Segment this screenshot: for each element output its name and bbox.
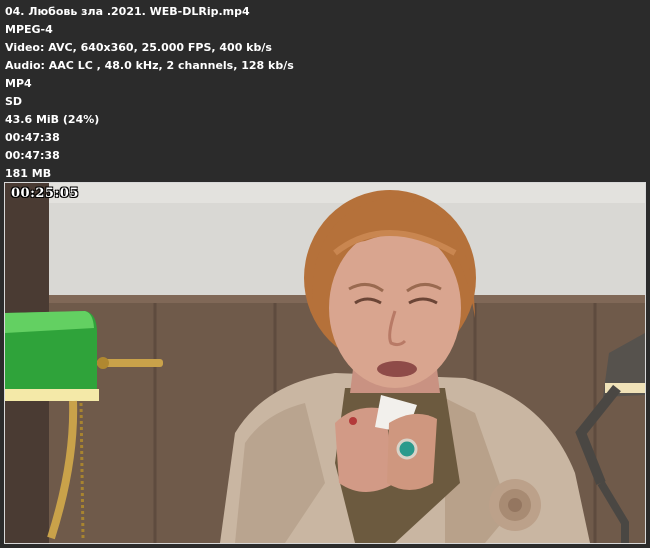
container-format: MPEG-4	[5, 23, 53, 36]
media-info-panel: 04. Любовь зла .2021. WEB-DLRip.mp4 MPEG…	[5, 3, 645, 183]
duration: 00:47:38	[5, 131, 60, 144]
scene-illustration	[5, 183, 645, 543]
stream-size: 43.6 MiB (24%)	[5, 113, 100, 126]
file-size: 181 MB	[5, 167, 52, 180]
audio-stream-info: Audio: AAC LC , 48.0 kHz, 2 channels, 12…	[5, 59, 294, 72]
resolution-class: SD	[5, 95, 23, 108]
video-stream-info: Video: AVC, 640x360, 25.000 FPS, 400 kb/…	[5, 41, 272, 54]
video-thumbnail: 00:25:05	[4, 182, 646, 544]
file-name: 04. Любовь зла .2021. WEB-DLRip.mp4	[5, 5, 250, 18]
thumbnail-timestamp: 00:25:05	[11, 186, 79, 201]
file-format: MP4	[5, 77, 32, 90]
media-info-sheet: 04. Любовь зла .2021. WEB-DLRip.mp4 MPEG…	[0, 0, 650, 548]
duration-repeat: 00:47:38	[5, 149, 60, 162]
